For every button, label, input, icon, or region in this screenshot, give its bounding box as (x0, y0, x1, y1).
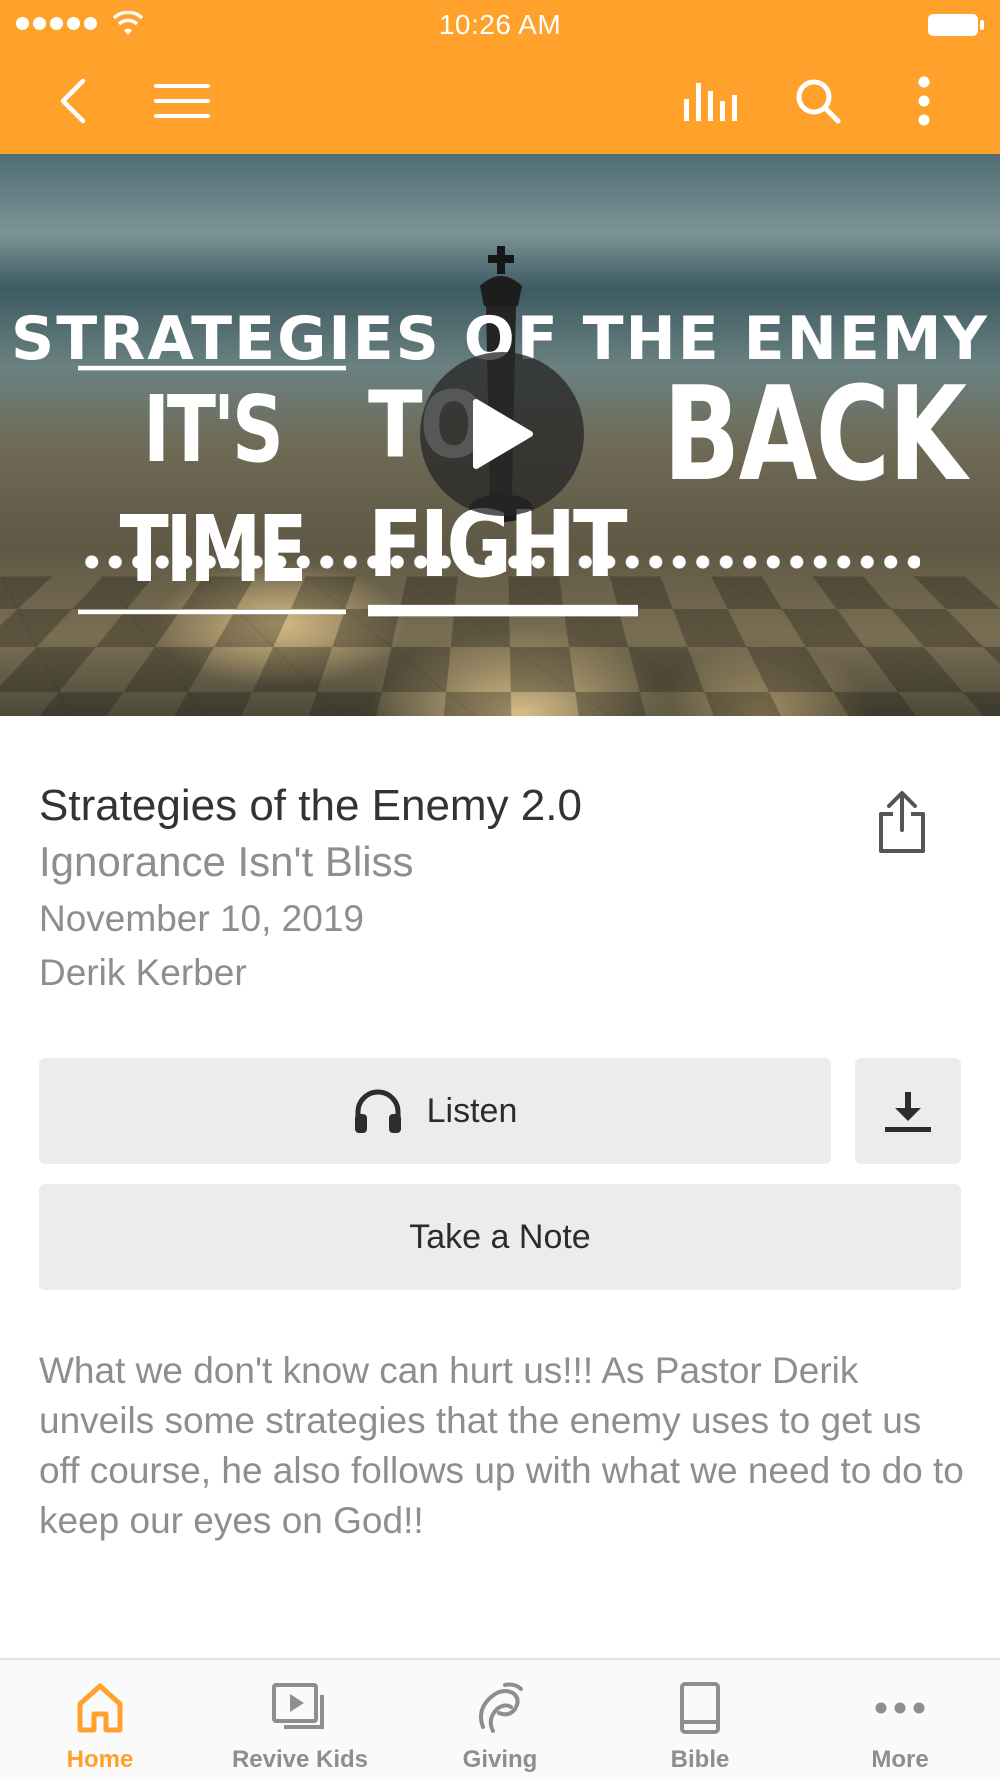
play-icon (473, 399, 533, 469)
more-vertical-icon (918, 76, 930, 126)
more-options-button[interactable] (900, 70, 948, 132)
listen-button[interactable]: Listen (39, 1058, 831, 1164)
status-bar: 10:26 AM (0, 0, 1000, 50)
tab-home[interactable]: Home (0, 1660, 200, 1780)
more-horizontal-icon (875, 1702, 925, 1714)
tab-more[interactable]: More (800, 1660, 1000, 1780)
tab-giving-label: Giving (462, 1746, 538, 1773)
video-library-icon (272, 1683, 324, 1729)
take-note-label: Take a Note (409, 1217, 591, 1256)
sermon-info: Strategies of the Enemy 2.0 Ignorance Is… (39, 780, 859, 1000)
tab-bar: Home Revive Kids Giving Bible More (0, 1658, 1000, 1780)
tab-more-label: More (871, 1746, 929, 1773)
top-bar: 10:26 AM (0, 0, 1000, 154)
hero-title-part-c: BACK (663, 358, 967, 510)
tab-revive-kids[interactable]: Revive Kids (200, 1660, 400, 1780)
dotted-divider (80, 554, 920, 570)
tab-bible-label: Bible (670, 1746, 730, 1773)
download-button[interactable] (855, 1058, 961, 1164)
download-icon (885, 1092, 931, 1132)
sermon-description: What we don't know can hurt us!!! As Pas… (39, 1350, 964, 1541)
home-icon (77, 1683, 123, 1733)
battery-icon (928, 14, 984, 36)
sermon-title: Strategies of the Enemy 2.0 (39, 781, 582, 830)
giving-icon (479, 1682, 523, 1733)
sermon-video-thumbnail[interactable]: STRATEGIES OF THE ENEMY IT'S TIME TO FIG… (0, 154, 1000, 716)
sermon-date: November 10, 2019 (39, 898, 364, 939)
tab-revive-kids-label: Revive Kids (231, 1746, 369, 1773)
tab-bible[interactable]: Bible (600, 1660, 800, 1780)
sermon-subtitle: Ignorance Isn't Bliss (39, 838, 414, 885)
back-icon (60, 78, 86, 124)
play-button[interactable] (420, 352, 584, 516)
sermon-speaker: Derik Kerber (39, 952, 247, 993)
share-button[interactable] (872, 787, 932, 857)
hero-title-part-a: IT'S TIME (78, 365, 346, 615)
book-icon (680, 1682, 720, 1734)
menu-icon (154, 84, 210, 118)
listen-label: Listen (426, 1091, 518, 1130)
back-button[interactable] (48, 70, 98, 132)
menu-button[interactable] (150, 70, 214, 132)
headphones-icon (354, 1089, 401, 1133)
search-button[interactable] (790, 70, 846, 132)
status-time: 10:26 AM (438, 9, 562, 40)
tab-giving[interactable]: Giving (400, 1660, 600, 1780)
search-icon (796, 79, 841, 124)
audio-stats-button[interactable] (678, 70, 744, 132)
tab-home-label: Home (66, 1746, 134, 1773)
take-note-button[interactable]: Take a Note (39, 1184, 961, 1290)
share-icon (879, 791, 925, 853)
stats-icon (684, 83, 737, 121)
